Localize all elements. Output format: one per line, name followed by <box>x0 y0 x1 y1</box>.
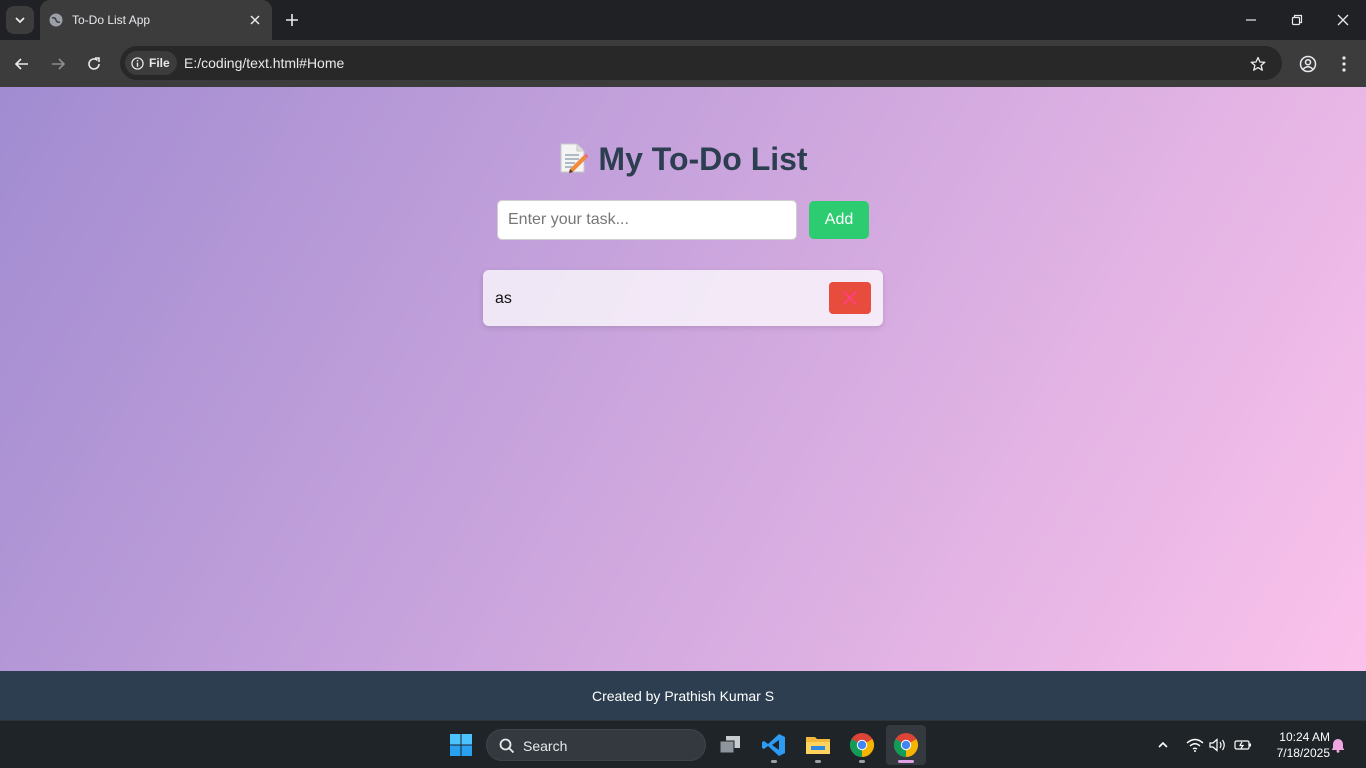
todo-list-item: as <box>483 270 883 326</box>
clock-date: 7/18/2025 <box>1276 746 1330 760</box>
task-view-button[interactable] <box>710 725 750 765</box>
address-bar[interactable]: File E:/coding/text.html#Home <box>120 46 1282 80</box>
star-icon <box>1250 56 1266 71</box>
site-chip-label: File <box>149 56 170 70</box>
vscode-icon <box>762 734 785 756</box>
chrome-icon <box>893 733 919 757</box>
running-indicator <box>898 760 914 763</box>
minimize-icon <box>1246 19 1256 21</box>
bookmark-button[interactable] <box>1248 54 1268 74</box>
taskbar-search-label: Search <box>523 738 568 754</box>
reload-icon <box>88 57 100 70</box>
windows-start-icon <box>450 734 472 756</box>
restore-button[interactable] <box>1274 0 1320 40</box>
todo-item-text: as <box>495 290 512 307</box>
battery-charging-icon <box>1234 740 1251 750</box>
page-title: My To-Do List <box>598 141 808 177</box>
browser-toolbar: File E:/coding/text.html#Home <box>0 40 1366 87</box>
tray-overflow-button[interactable] <box>1153 735 1173 755</box>
profile-icon <box>1299 55 1317 73</box>
volume-icon <box>1209 738 1225 752</box>
delete-task-button[interactable] <box>829 282 871 314</box>
close-icon <box>1337 14 1349 26</box>
wifi-icon <box>1186 738 1204 752</box>
search-icon <box>499 738 515 754</box>
taskbar-search[interactable]: Search <box>486 729 706 761</box>
profile-button[interactable] <box>1296 52 1320 76</box>
site-info-chip[interactable]: File <box>125 51 177 75</box>
taskbar-chrome-active[interactable] <box>886 725 926 765</box>
battery-button[interactable] <box>1233 735 1253 755</box>
taskbar-vscode[interactable] <box>754 725 794 765</box>
footer-text: Created by Prathish Kumar S <box>591 688 775 704</box>
notifications-button[interactable] <box>1328 735 1348 755</box>
page-viewport: My To-Do List Add as <box>0 87 1366 671</box>
running-indicator <box>771 760 777 763</box>
taskbar: Search 10:24 AM 7/18/2025 <box>0 720 1366 768</box>
forward-button[interactable] <box>46 52 70 76</box>
running-indicator <box>859 760 865 763</box>
task-input[interactable] <box>497 200 797 240</box>
running-indicator <box>815 760 821 763</box>
file-explorer-icon <box>806 737 830 754</box>
menu-button[interactable] <box>1332 52 1356 76</box>
tab-close-button[interactable] <box>246 11 264 29</box>
more-vertical-icon <box>1342 56 1346 72</box>
page-footer: Created by Prathish Kumar S <box>0 671 1366 720</box>
volume-button[interactable] <box>1208 735 1228 755</box>
plus-icon <box>286 14 298 26</box>
tab-title: To-Do List App <box>72 13 151 27</box>
arrow-left-icon <box>14 58 28 70</box>
taskbar-file-explorer[interactable] <box>798 725 838 765</box>
tab-todo-list-app[interactable]: To-Do List App <box>40 0 272 40</box>
chevron-up-icon <box>1158 741 1168 748</box>
clock-time: 10:24 AM <box>1279 730 1330 744</box>
url-text: E:/coding/text.html#Home <box>184 55 345 71</box>
back-button[interactable] <box>10 52 34 76</box>
globe-icon <box>49 13 63 27</box>
arrow-right-icon <box>52 58 66 70</box>
page-title-row: My To-Do List <box>0 141 1366 178</box>
close-icon <box>842 290 858 306</box>
task-view-icon <box>719 736 740 754</box>
chevron-down-icon <box>15 17 25 24</box>
bell-icon <box>1332 739 1344 753</box>
reload-button[interactable] <box>82 52 106 76</box>
taskbar-clock[interactable]: 10:24 AM 7/18/2025 <box>1258 729 1330 761</box>
memo-icon <box>560 143 589 173</box>
close-icon <box>250 15 260 25</box>
restore-icon <box>1291 14 1303 26</box>
taskbar-chrome[interactable] <box>842 725 882 765</box>
chrome-icon <box>849 733 875 757</box>
close-window-button[interactable] <box>1320 0 1366 40</box>
tab-strip: To-Do List App <box>0 0 1366 40</box>
info-icon <box>131 56 144 70</box>
new-tab-button[interactable] <box>282 10 302 30</box>
wifi-button[interactable] <box>1185 735 1205 755</box>
add-task-button[interactable]: Add <box>809 201 869 239</box>
tab-search-button[interactable] <box>6 6 34 34</box>
start-button[interactable] <box>441 725 481 765</box>
minimize-button[interactable] <box>1228 0 1274 40</box>
